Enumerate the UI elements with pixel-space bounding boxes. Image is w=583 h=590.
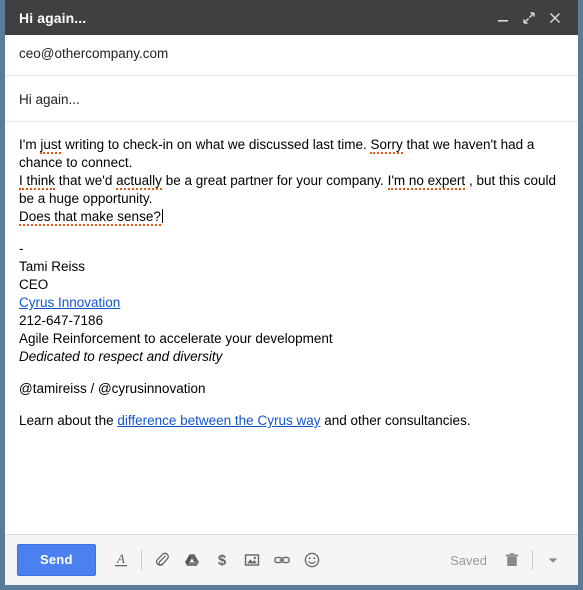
compose-window: Hi again... ceo@othercompany.com Hi agai…: [0, 0, 583, 590]
more-options-button[interactable]: [538, 545, 568, 575]
signature-phone: 212-647-7186: [19, 313, 104, 328]
message-body[interactable]: I'm just writing to check-in on what we …: [5, 122, 578, 534]
discard-draft-button[interactable]: [497, 545, 527, 575]
spellcheck-actually[interactable]: actually: [116, 173, 162, 190]
minimize-icon: [496, 11, 510, 25]
text-segment: writing to check-in on what we discussed…: [61, 137, 371, 152]
recipient-field[interactable]: ceo@othercompany.com: [5, 35, 578, 76]
insert-emoji-button[interactable]: [297, 545, 327, 575]
body-paragraph-3: Does that make sense?: [19, 208, 564, 226]
signature-role: CEO: [19, 277, 49, 292]
google-drive-icon: [183, 551, 201, 569]
format-text-button[interactable]: A: [106, 545, 136, 575]
more-options-icon: [544, 551, 562, 569]
insert-emoji-icon: [303, 551, 321, 569]
recipient-value[interactable]: ceo@othercompany.com: [19, 44, 564, 64]
insert-link-button[interactable]: [267, 545, 297, 575]
body-paragraph-1: I'm just writing to check-in on what we …: [19, 136, 564, 172]
svg-text:$: $: [217, 552, 226, 569]
signature-spacer: [19, 366, 564, 380]
toolbar-divider-1: [140, 550, 142, 570]
close-button[interactable]: [542, 5, 568, 31]
insert-photo-button[interactable]: [237, 545, 267, 575]
insert-money-button[interactable]: $: [207, 545, 237, 575]
text-segment: be a great partner for your company.: [161, 173, 388, 188]
toolbar-icon-group: A $: [106, 545, 327, 575]
saved-status: Saved: [450, 552, 487, 568]
signature-dash: -: [19, 241, 24, 256]
expand-icon: [522, 11, 536, 25]
attach-file-icon: [153, 551, 171, 569]
social-spacer: [19, 398, 564, 412]
insert-photo-icon: [243, 551, 261, 569]
text-segment: and other consultancies.: [320, 413, 471, 428]
signature-social-handles: @tamireiss / @cyrusinnovation: [19, 381, 206, 396]
compose-title: Hi again...: [19, 9, 87, 26]
discard-draft-icon: [503, 551, 521, 569]
text-caret: [161, 209, 163, 223]
send-button[interactable]: Send: [17, 544, 96, 576]
compose-titlebar[interactable]: Hi again...: [5, 0, 578, 35]
signature-tagline: Agile Reinforcement to accelerate your d…: [19, 331, 333, 346]
insert-link-icon: [273, 551, 291, 569]
signature-company-link-row: Cyrus Innovation: [19, 294, 564, 312]
text-segment: that we'd: [55, 173, 117, 188]
body-paragraph-2: I think that we'd actually be a great pa…: [19, 172, 564, 208]
spellcheck-just[interactable]: just: [40, 137, 62, 154]
svg-text:A: A: [116, 551, 125, 566]
expand-button[interactable]: [516, 5, 542, 31]
google-drive-button[interactable]: [177, 545, 207, 575]
spellcheck-im-no-expert[interactable]: I'm no expert: [387, 173, 466, 190]
signature-company-link[interactable]: Cyrus Innovation: [19, 295, 120, 310]
text-segment: I'm: [19, 137, 41, 152]
format-text-icon: A: [112, 551, 130, 569]
attach-file-button[interactable]: [147, 545, 177, 575]
signature-motto: Dedicated to respect and diversity: [19, 349, 223, 364]
text-segment: Learn about the: [19, 413, 118, 428]
insert-money-icon: $: [213, 551, 231, 569]
close-icon: [548, 11, 562, 25]
compose-toolbar: Send A $ Saved: [5, 534, 578, 585]
spellcheck-i-think[interactable]: I think: [19, 173, 56, 190]
minimize-button[interactable]: [490, 5, 516, 31]
toolbar-divider-2: [532, 550, 533, 570]
spellcheck-sorry[interactable]: Sorry: [370, 137, 403, 154]
subject-value[interactable]: Hi again...: [19, 90, 564, 110]
spellcheck-does-that-make-sense[interactable]: Does that make sense?: [19, 209, 161, 226]
cyrus-way-link[interactable]: difference between the Cyrus way: [117, 413, 320, 428]
signature-name: Tami Reiss: [19, 259, 86, 274]
subject-field[interactable]: Hi again...: [5, 76, 578, 122]
signature-learn-more-row: Learn about the difference between the C…: [19, 412, 564, 430]
